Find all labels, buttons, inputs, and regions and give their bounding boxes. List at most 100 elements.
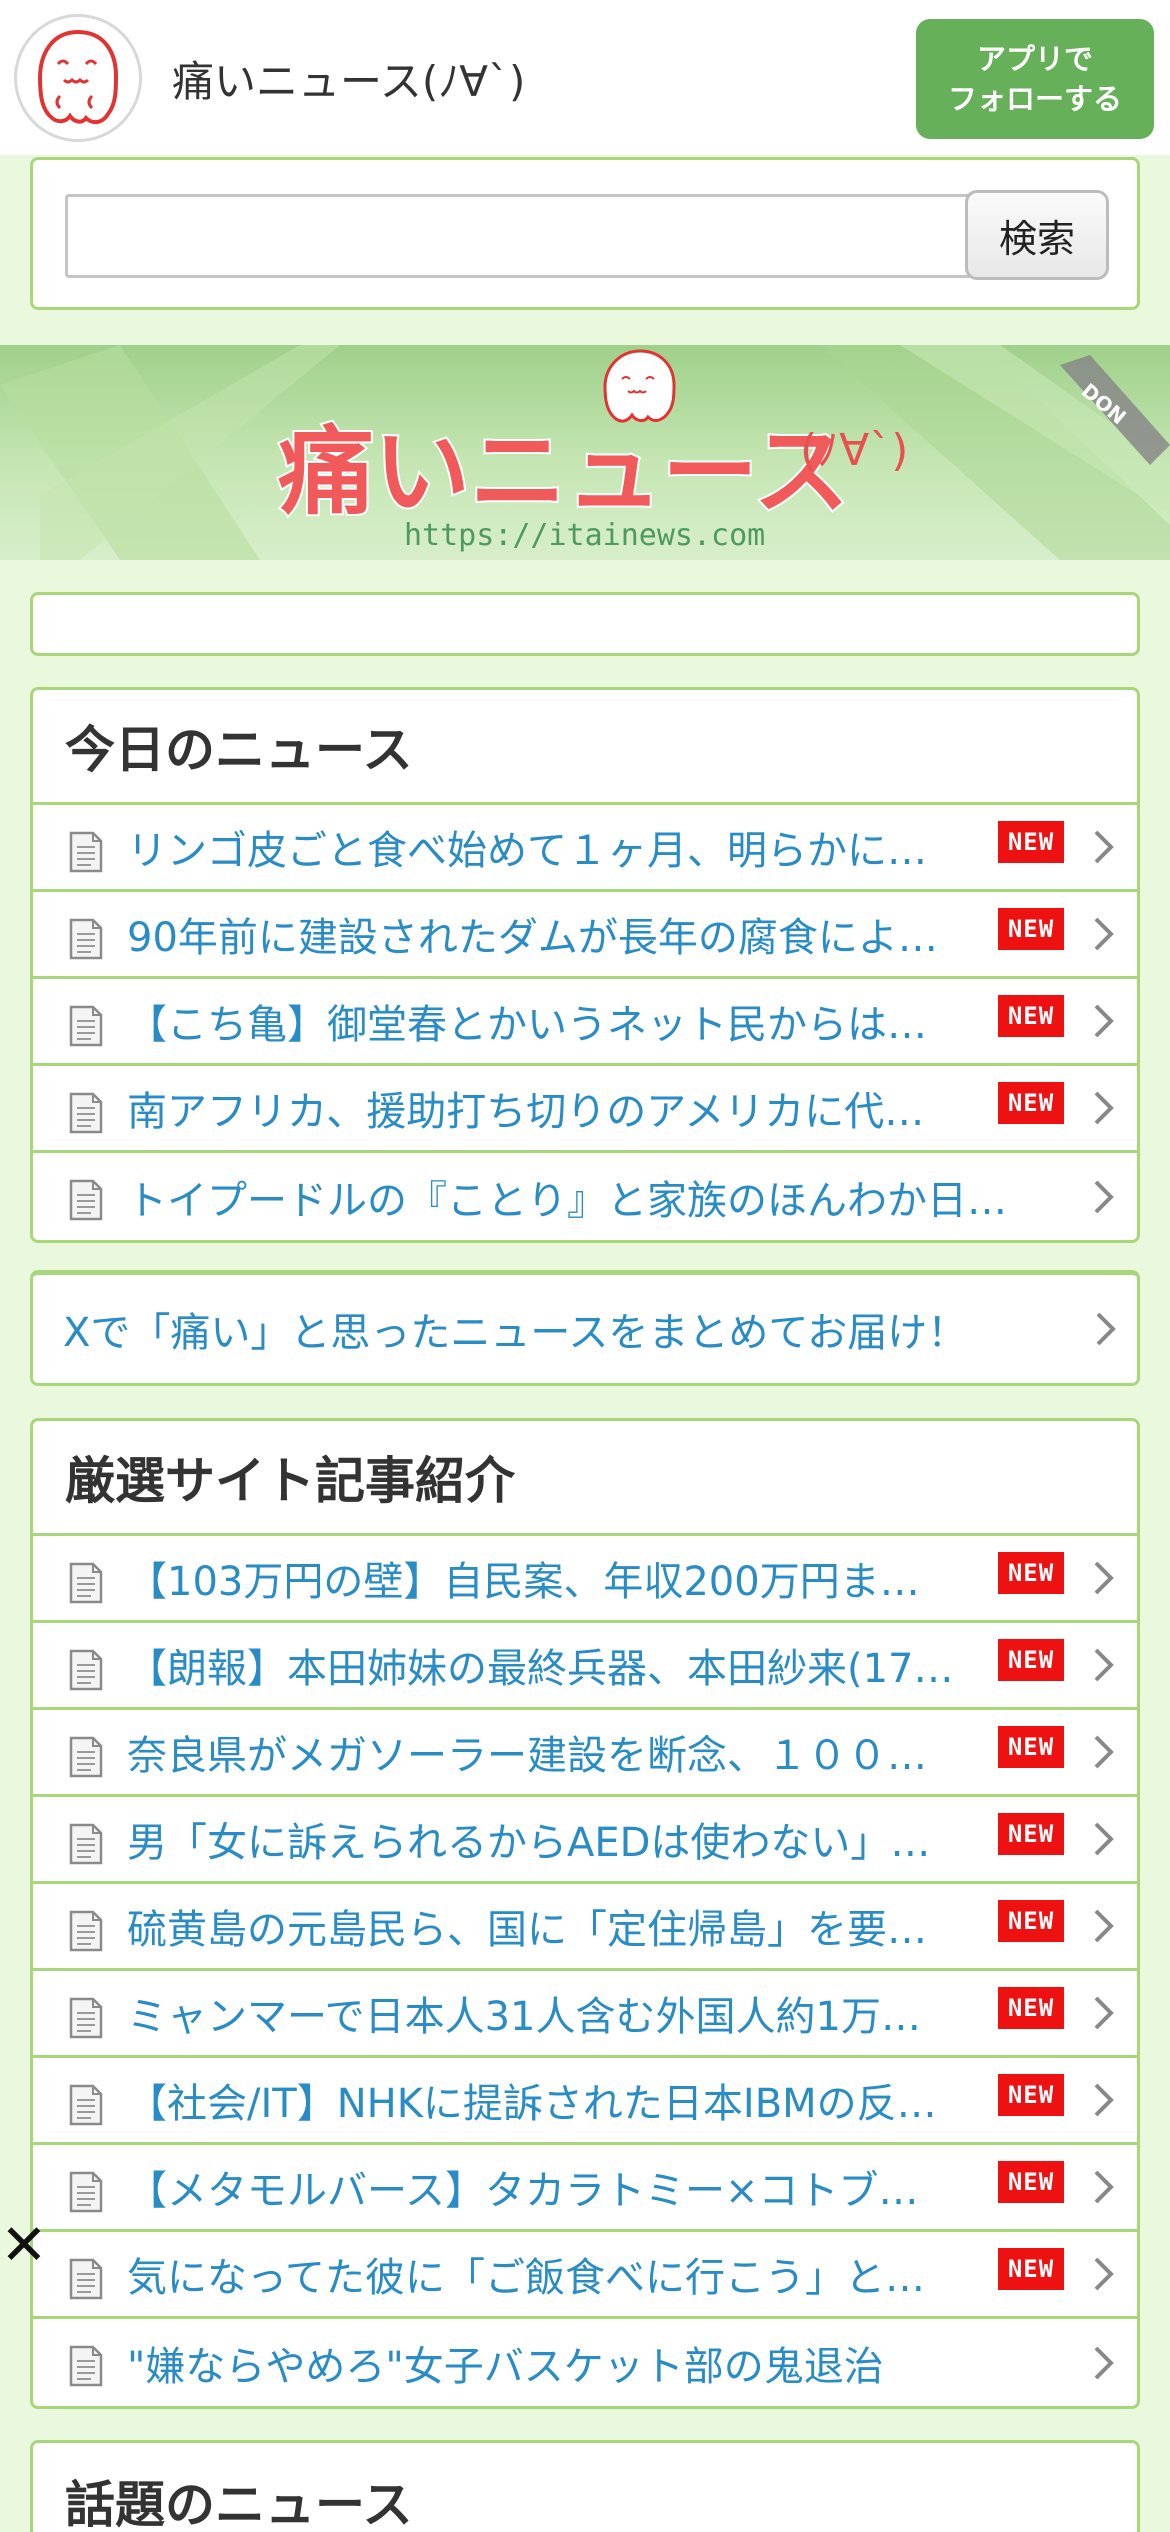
site-banner[interactable]: DON 痛いニュース (ﾉ∀`) https://itainews.com xyxy=(0,345,1170,560)
chevron-right-icon xyxy=(1093,2319,1115,2406)
chevron-right-icon xyxy=(1093,1710,1115,1794)
document-icon xyxy=(69,1736,103,1778)
banner-logo-image: DON 痛いニュース (ﾉ∀`) https://itainews.com xyxy=(0,345,1170,560)
chevron-right-icon xyxy=(1093,2058,1115,2142)
document-icon xyxy=(69,2345,103,2387)
news-title: ミャンマーで日本人31人含む外国人約1万… xyxy=(127,1994,921,2040)
follow-button-line1: アプリで xyxy=(976,42,1093,76)
document-icon xyxy=(69,2084,103,2126)
news-row[interactable]: リンゴ皮ごと食べ始めて１ヶ月、明らかに… NEW xyxy=(33,805,1137,892)
search-button[interactable]: 検索 xyxy=(965,190,1109,280)
news-row[interactable]: 【103万円の壁】自民案、年収200万円ま… NEW xyxy=(33,1536,1137,1623)
chevron-right-icon xyxy=(1093,1536,1115,1620)
news-row[interactable]: "嫌ならやめろ"女子バスケット部の鬼退治 xyxy=(33,2319,1137,2406)
chevron-right-icon xyxy=(1093,1153,1115,1240)
new-badge: NEW xyxy=(998,1813,1064,1855)
news-title: 硫黄島の元島民ら、国に「定住帰島」を要… xyxy=(127,1907,927,1953)
chevron-right-icon xyxy=(1093,979,1115,1063)
today-news-panel: 今日のニュース リンゴ皮ごと食べ始めて１ヶ月、明らかに… NEW 90年前に建設され… xyxy=(30,687,1140,1243)
news-row[interactable]: ミャンマーで日本人31人含む外国人約1万… NEW xyxy=(33,1971,1137,2058)
news-title: トイプードルの『ことり』と家族のほんわか日… xyxy=(127,1177,1007,1224)
chevron-right-icon xyxy=(1095,1275,1117,1383)
chevron-right-icon xyxy=(1093,892,1115,976)
news-row[interactable]: 南アフリカ、援助打ち切りのアメリカに代… NEW xyxy=(33,1066,1137,1153)
news-title: 【メタモルバース】タカラトミー×コトブ… xyxy=(127,2168,919,2214)
app-logo[interactable] xyxy=(14,14,142,142)
chevron-right-icon xyxy=(1093,805,1115,889)
news-row[interactable]: 男「女に訴えられるからAEDは使わない」… NEW xyxy=(33,1797,1137,1884)
news-title: 【社会/IT】NHKに提訴された日本IBMの反… xyxy=(127,2081,937,2127)
news-title: 90年前に建設されたダムが長年の腐食によ… xyxy=(127,915,938,961)
document-icon xyxy=(69,1997,103,2039)
banner-mascot xyxy=(603,349,676,423)
new-badge: NEW xyxy=(998,2161,1064,2203)
close-ad-button[interactable]: ✕ xyxy=(0,2213,48,2278)
news-row[interactable]: 90年前に建設されたダムが長年の腐食によ… NEW xyxy=(33,892,1137,979)
x-follow-link[interactable]: Xで「痛い」と思ったニュースをまとめてお届け！ xyxy=(30,1270,1140,1386)
new-badge: NEW xyxy=(998,2248,1064,2290)
news-title: 気になってた彼に「ご飯食べに行こう」と… xyxy=(127,2255,925,2301)
news-title: 男「女に訴えられるからAEDは使わない」… xyxy=(127,1820,931,1866)
featured-title: 厳選サイト記事紹介 xyxy=(33,1421,1137,1536)
banner-logo-text: 痛いニュース xyxy=(278,416,849,528)
ghost-mascot-icon xyxy=(37,29,119,125)
news-title: 南アフリカ、援助打ち切りのアメリカに代… xyxy=(127,1089,925,1135)
app-header: 痛いニュース(ﾉ∀`) アプリで フォローする xyxy=(0,0,1170,155)
today-news-title: 今日のニュース xyxy=(33,690,1137,805)
follow-in-app-button[interactable]: アプリで フォローする xyxy=(916,19,1154,139)
news-title: 奈良県がメガソーラー建設を断念、１００… xyxy=(127,1733,927,1779)
new-badge: NEW xyxy=(998,908,1064,950)
search-panel: 検索 xyxy=(30,157,1140,310)
chevron-right-icon xyxy=(1093,1623,1115,1707)
document-icon xyxy=(69,918,103,960)
news-title: 【朗報】本田姉妹の最終兵器、本田紗来(17… xyxy=(127,1646,954,1692)
chevron-right-icon xyxy=(1093,1797,1115,1881)
new-badge: NEW xyxy=(998,1900,1064,1942)
chevron-right-icon xyxy=(1093,2145,1115,2229)
banner-url: https://itainews.com xyxy=(404,518,765,553)
new-badge: NEW xyxy=(998,1726,1064,1768)
chevron-right-icon xyxy=(1093,2232,1115,2316)
document-icon xyxy=(69,1910,103,1952)
chevron-right-icon xyxy=(1093,1066,1115,1150)
news-row[interactable]: 【メタモルバース】タカラトミー×コトブ… NEW xyxy=(33,2145,1137,2232)
new-badge: NEW xyxy=(998,1987,1064,2029)
news-row[interactable]: 【社会/IT】NHKに提訴された日本IBMの反… NEW xyxy=(33,2058,1137,2145)
app-title: 痛いニュース(ﾉ∀`) xyxy=(172,57,526,106)
news-row[interactable]: 【朗報】本田姉妹の最終兵器、本田紗来(17… NEW xyxy=(33,1623,1137,1710)
news-row[interactable]: トイプードルの『ことり』と家族のほんわか日… xyxy=(33,1153,1137,1240)
new-badge: NEW xyxy=(998,2074,1064,2116)
news-row[interactable]: 奈良県がメガソーラー建設を断念、１００… NEW xyxy=(33,1710,1137,1797)
featured-list: 【103万円の壁】自民案、年収200万円ま… NEW 【朗報】本田姉妹の最終兵器、本… xyxy=(33,1536,1137,2406)
trending-title: 話題のニュース xyxy=(65,2475,413,2532)
document-icon xyxy=(69,1092,103,1134)
new-badge: NEW xyxy=(998,1552,1064,1594)
new-badge: NEW xyxy=(998,821,1064,863)
chevron-right-icon xyxy=(1093,1884,1115,1968)
follow-button-line2: フォローする xyxy=(947,82,1122,116)
document-icon xyxy=(69,831,103,873)
document-icon xyxy=(69,2258,103,2300)
x-follow-text: Xで「痛い」と思ったニュースをまとめてお届け！ xyxy=(63,1310,968,1356)
news-title: 【103万円の壁】自民案、年収200万円ま… xyxy=(127,1559,920,1605)
new-badge: NEW xyxy=(998,1082,1064,1124)
document-icon xyxy=(69,1649,103,1691)
news-title: リンゴ皮ごと食べ始めて１ヶ月、明らかに… xyxy=(127,828,927,874)
document-icon xyxy=(69,2171,103,2213)
news-row[interactable]: 硫黄島の元島民ら、国に「定住帰島」を要… NEW xyxy=(33,1884,1137,1971)
news-row[interactable]: 【こち亀】御堂春とかいうネット民からは… NEW xyxy=(33,979,1137,1066)
empty-ad-slot xyxy=(30,592,1140,656)
today-news-list: リンゴ皮ごと食べ始めて１ヶ月、明らかに… NEW 90年前に建設されたダムが長年の腐… xyxy=(33,805,1137,1240)
trending-panel: 話題のニュース xyxy=(30,2440,1140,2532)
news-title: 【こち亀】御堂春とかいうネット民からは… xyxy=(127,1002,927,1048)
new-badge: NEW xyxy=(998,995,1064,1037)
banner-logo-suffix: (ﾉ∀`) xyxy=(800,425,908,476)
document-icon xyxy=(69,1823,103,1865)
news-row[interactable]: 気になってた彼に「ご飯食べに行こう」と… NEW xyxy=(33,2232,1137,2319)
chevron-right-icon xyxy=(1093,1971,1115,2055)
search-input[interactable] xyxy=(65,194,975,278)
new-badge: NEW xyxy=(998,1639,1064,1681)
document-icon xyxy=(69,1562,103,1604)
news-title: "嫌ならやめろ"女子バスケット部の鬼退治 xyxy=(127,2343,884,2390)
document-icon xyxy=(69,1179,103,1221)
